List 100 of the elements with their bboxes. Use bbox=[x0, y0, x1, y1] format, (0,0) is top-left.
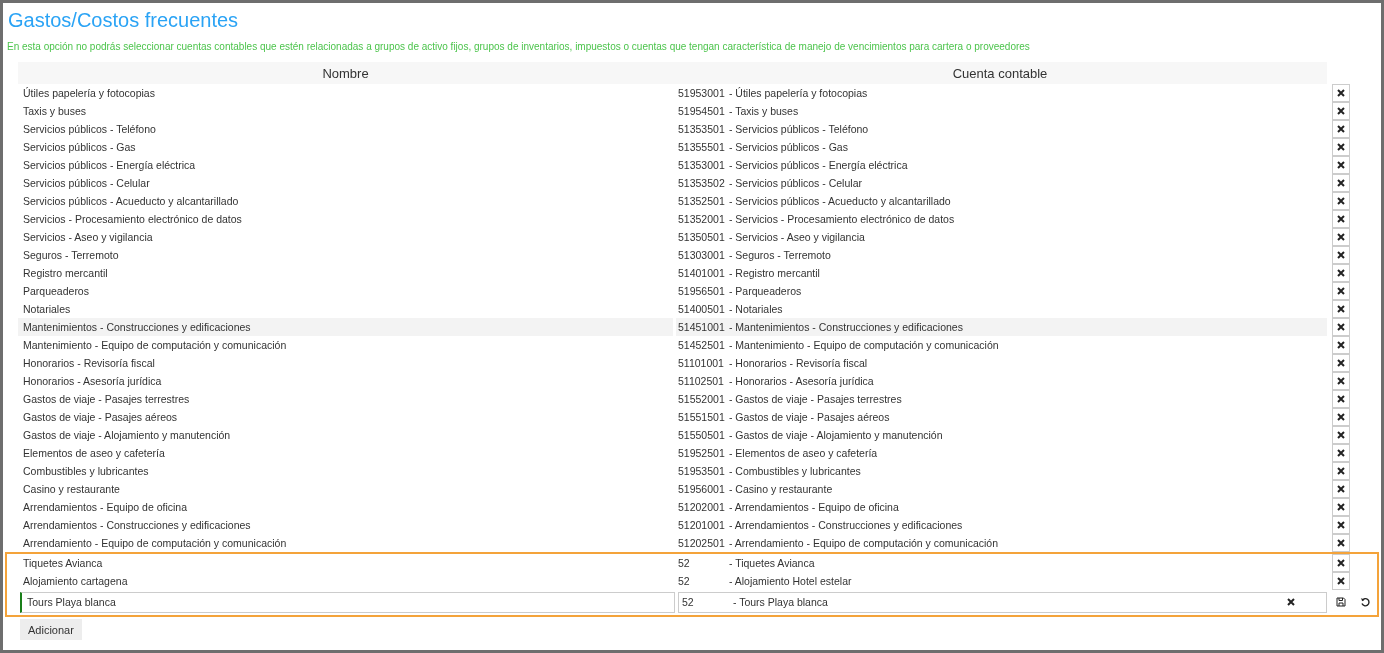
page-title: Gastos/Costos frecuentes bbox=[8, 8, 240, 32]
delete-button[interactable] bbox=[1332, 282, 1350, 300]
name-cell-text: Combustibles y lubricantes bbox=[22, 464, 150, 479]
name-cell-text: Servicios públicos - Gas bbox=[22, 140, 137, 155]
table-row[interactable]: Servicios públicos - Celular 51353502 - Servicios públicos - Celular bbox=[5, 174, 1381, 192]
name-cell-text: Servicios públicos - Celular bbox=[22, 176, 151, 191]
delete-button[interactable] bbox=[1332, 572, 1350, 590]
undo-icon[interactable] bbox=[1360, 597, 1370, 607]
account-cell-text: 51953001 - Útiles papelería y fotocopias bbox=[677, 86, 869, 101]
account-cell-text: 51102501 - Honorarios - Asesoría jurídica bbox=[677, 374, 875, 389]
table-row[interactable]: Servicios - Procesamiento electrónico de datos 51352001 - Servicios - Procesamiento electrónico de datos bbox=[5, 210, 1381, 228]
account-cell-text: 51355501 - Servicios públicos - Gas bbox=[677, 140, 849, 155]
close-icon bbox=[1337, 359, 1345, 367]
delete-button[interactable] bbox=[1332, 120, 1350, 138]
delete-button[interactable] bbox=[1332, 444, 1350, 462]
account-cell-text: 51551501 - Gastos de viaje - Pasajes aéreos bbox=[677, 410, 891, 425]
delete-button[interactable] bbox=[1332, 336, 1350, 354]
name-cell-text: Seguros - Terremoto bbox=[22, 248, 120, 263]
close-icon bbox=[1337, 251, 1345, 259]
table-row[interactable]: Útiles papelería y fotocopias 51953001 - Útiles papelería y fotocopias bbox=[5, 84, 1381, 102]
delete-button[interactable] bbox=[1332, 408, 1350, 426]
table-row[interactable]: Mantenimiento - Equipo de computación y comunicación 51452501 - Mantenimiento - Equipo de computación y comunicación bbox=[5, 336, 1381, 354]
delete-button[interactable] bbox=[1332, 210, 1350, 228]
delete-button[interactable] bbox=[1332, 246, 1350, 264]
delete-button[interactable] bbox=[1332, 138, 1350, 156]
delete-button[interactable] bbox=[1332, 372, 1350, 390]
table-row[interactable]: Notariales 51400501 - Notariales bbox=[5, 300, 1381, 318]
name-cell-text: Arrendamiento - Equipo de computación y comunicación bbox=[22, 536, 288, 551]
delete-button[interactable] bbox=[1332, 102, 1350, 120]
name-cell-text: Gastos de viaje - Alojamiento y manutención bbox=[22, 428, 232, 443]
delete-button[interactable] bbox=[1332, 534, 1350, 552]
account-cell-text: 52 - Alojamiento Hotel estelar bbox=[677, 574, 853, 589]
table-row[interactable]: Honorarios - Asesoría jurídica 51102501 - Honorarios - Asesoría jurídica bbox=[5, 372, 1381, 390]
delete-button[interactable] bbox=[1332, 354, 1350, 372]
close-icon bbox=[1337, 323, 1345, 331]
name-cell-text: Mantenimiento - Equipo de computación y comunicación bbox=[22, 338, 288, 353]
table-row[interactable]: Seguros - Terremoto 51303001 - Seguros - Terremoto bbox=[5, 246, 1381, 264]
close-icon bbox=[1337, 485, 1345, 493]
name-cell-text: Elementos de aseo y cafetería bbox=[22, 446, 166, 461]
table-row[interactable]: Registro mercantil 51401001 - Registro mercantil bbox=[5, 264, 1381, 282]
name-cell-text: Arrendamientos - Construcciones y edificaciones bbox=[22, 518, 252, 533]
table-row[interactable]: Casino y restaurante 51956001 - Casino y restaurante bbox=[5, 480, 1381, 498]
delete-button[interactable] bbox=[1332, 156, 1350, 174]
delete-button[interactable] bbox=[1332, 498, 1350, 516]
close-icon bbox=[1337, 431, 1345, 439]
table-row[interactable]: Gastos de viaje - Alojamiento y manutención 51550501 - Gastos de viaje - Alojamiento y manutención bbox=[5, 426, 1381, 444]
account-cell-text: 51401001 - Registro mercantil bbox=[677, 266, 821, 281]
close-icon bbox=[1337, 539, 1345, 547]
close-icon bbox=[1337, 215, 1345, 223]
delete-button[interactable] bbox=[1332, 84, 1350, 102]
account-cell-text: 51552001 - Gastos de viaje - Pasajes terrestres bbox=[677, 392, 903, 407]
save-icon[interactable] bbox=[1336, 597, 1346, 607]
table-row[interactable]: Combustibles y lubricantes 51953501 - Combustibles y lubricantes bbox=[5, 462, 1381, 480]
delete-button[interactable] bbox=[1332, 480, 1350, 498]
name-cell-text: Arrendamientos - Equipo de oficina bbox=[22, 500, 188, 515]
delete-button[interactable] bbox=[1332, 192, 1350, 210]
table-row[interactable]: Taxis y buses 51954501 - Taxis y buses bbox=[5, 102, 1381, 120]
close-icon bbox=[1337, 377, 1345, 385]
name-cell-text: Notariales bbox=[22, 302, 72, 317]
delete-button[interactable] bbox=[1332, 554, 1350, 572]
delete-button[interactable] bbox=[1332, 300, 1350, 318]
table-row[interactable]: Servicios públicos - Teléfono 51353501 - Servicios públicos - Teléfono bbox=[5, 120, 1381, 138]
table-row[interactable]: Arrendamiento - Equipo de computación y comunicación 51202501 - Arrendamiento - Equipo de computación y comunicación bbox=[5, 534, 1381, 552]
table-row[interactable]: Arrendamientos - Construcciones y edificaciones 51201001 - Arrendamientos - Construcciones y edificaciones bbox=[5, 516, 1381, 534]
name-cell-text: Servicios públicos - Acueducto y alcantarillado bbox=[22, 194, 240, 209]
table-row[interactable]: Gastos de viaje - Pasajes terrestres 51552001 - Gastos de viaje - Pasajes terrestres bbox=[5, 390, 1381, 408]
delete-button[interactable] bbox=[1332, 462, 1350, 480]
table-row[interactable]: Servicios públicos - Gas 51355501 - Servicios públicos - Gas bbox=[5, 138, 1381, 156]
close-icon bbox=[1337, 143, 1345, 151]
notice-text: En esta opción no podrás seleccionar cuentas contables que estén relacionadas a grupos de activo fijos, grupos de inventarios, impuestos o cuentas que tengan característica de manejo de vencimientos para cartera o proveedores bbox=[7, 40, 1031, 54]
account-cell-text: 51956001 - Casino y restaurante bbox=[677, 482, 834, 497]
close-icon bbox=[1337, 395, 1345, 403]
table-row[interactable]: Servicios - Aseo y vigilancia 51350501 - Servicios - Aseo y vigilancia bbox=[5, 228, 1381, 246]
account-cell-text: 51101001 - Honorarios - Revisoría fiscal bbox=[677, 356, 869, 371]
table-row[interactable]: Mantenimientos - Construcciones y edificaciones 51451001 - Mantenimientos - Construcciones y edificaciones bbox=[5, 318, 1381, 336]
delete-button[interactable] bbox=[1332, 426, 1350, 444]
add-button[interactable]: Adicionar bbox=[20, 619, 82, 640]
delete-button[interactable] bbox=[1332, 228, 1350, 246]
name-cell-text: Gastos de viaje - Pasajes aéreos bbox=[22, 410, 179, 425]
table-row[interactable]: Servicios públicos - Energía eléctrica 51353001 - Servicios públicos - Energía eléctrica bbox=[5, 156, 1381, 174]
account-field[interactable]: 52 - Tours Playa blanca bbox=[678, 591, 1327, 613]
delete-button[interactable] bbox=[1332, 516, 1350, 534]
delete-button[interactable] bbox=[1332, 264, 1350, 282]
table-row[interactable]: Honorarios - Revisoría fiscal 51101001 - Honorarios - Revisoría fiscal bbox=[5, 354, 1381, 372]
table-row[interactable]: Servicios públicos - Acueducto y alcantarillado 51352501 - Servicios públicos - Acueducto y alcantarillado bbox=[5, 192, 1381, 210]
table-row[interactable]: Arrendamientos - Equipo de oficina 51202001 - Arrendamientos - Equipo de oficina bbox=[5, 498, 1381, 516]
clear-icon[interactable] bbox=[1287, 598, 1295, 606]
table-row[interactable]: Parqueaderos 51956501 - Parqueaderos bbox=[5, 282, 1381, 300]
close-icon bbox=[1337, 413, 1345, 421]
table-row[interactable]: Gastos de viaje - Pasajes aéreos 51551501 - Gastos de viaje - Pasajes aéreos bbox=[5, 408, 1381, 426]
name-input-field[interactable]: Tours Playa blanca bbox=[20, 591, 675, 613]
delete-button[interactable] bbox=[1332, 390, 1350, 408]
close-icon bbox=[1337, 233, 1345, 241]
delete-button[interactable] bbox=[1332, 174, 1350, 192]
delete-button[interactable] bbox=[1332, 318, 1350, 336]
account-value: 52 - Tours Playa blanca bbox=[682, 596, 828, 608]
close-icon bbox=[1337, 179, 1345, 187]
name-cell-text: Parqueaderos bbox=[22, 284, 90, 299]
column-header: Nombre bbox=[18, 62, 673, 84]
table-row[interactable]: Elementos de aseo y cafetería 51952501 - Elementos de aseo y cafetería bbox=[5, 444, 1381, 462]
